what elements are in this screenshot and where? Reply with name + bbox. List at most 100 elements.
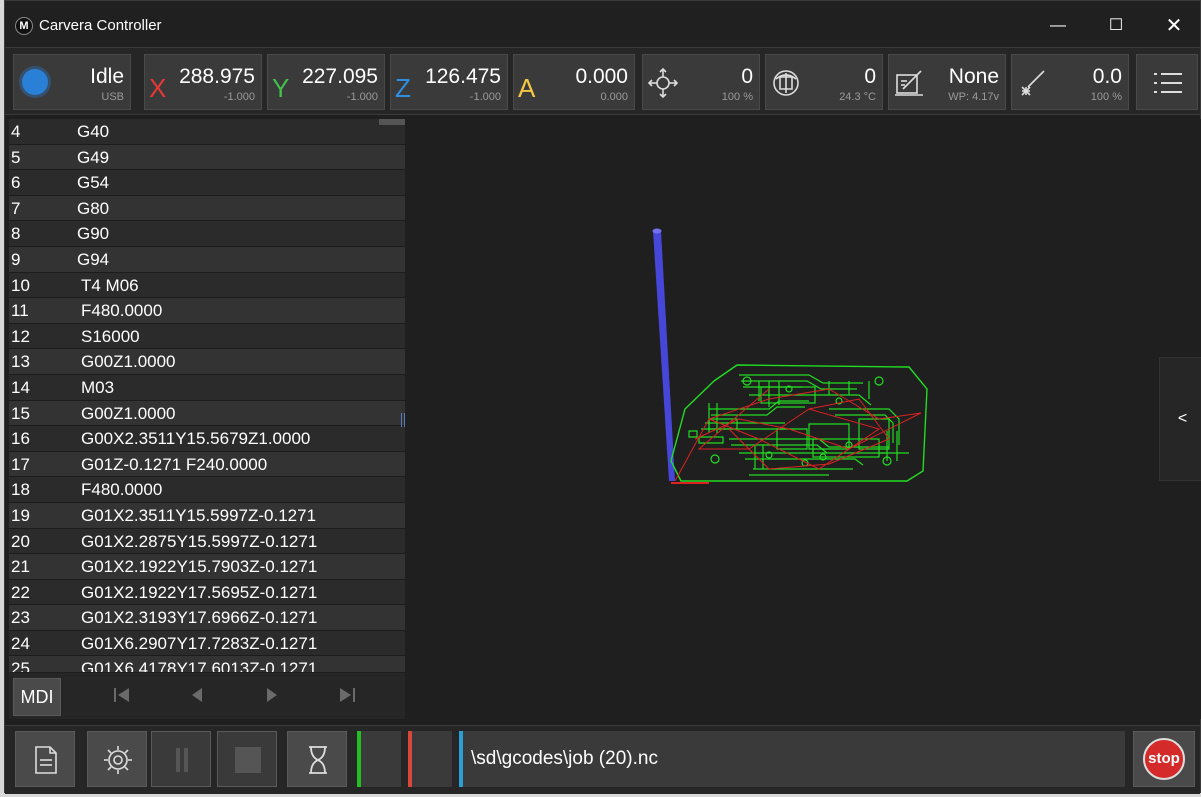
- last-line-icon[interactable]: [335, 683, 359, 707]
- gcode-line-number: 12: [11, 326, 30, 346]
- gcode-command: G90: [77, 224, 110, 244]
- window-title: Carvera Controller: [39, 17, 162, 34]
- z-axis-tile[interactable]: Z 126.475 -1.000: [390, 54, 508, 110]
- move-arrows-icon: [647, 67, 679, 99]
- status-bar: Idle USB X 288.975 -1.000 Y 227.095 -1.0…: [5, 47, 1200, 115]
- first-line-icon[interactable]: [110, 683, 134, 707]
- gcode-line[interactable]: 13 G00Z1.0000: [9, 349, 405, 375]
- z-axis-label: Z: [395, 73, 411, 103]
- gcode-line[interactable]: 14 M03: [9, 375, 405, 401]
- toolpath-preview: [652, 228, 928, 484]
- feed-tile[interactable]: 0 100 %: [642, 54, 760, 110]
- gcode-command: G01Z-0.1271 F240.0000: [81, 454, 268, 474]
- tool-tile[interactable]: None WP: 4.17v: [888, 54, 1006, 110]
- gcode-scrollbar[interactable]: [379, 119, 405, 125]
- emergency-stop-button[interactable]: stop: [1143, 738, 1185, 780]
- wireless-probe-voltage: WP: 4.17v: [948, 91, 999, 103]
- gcode-line-number: 24: [11, 633, 30, 653]
- pause-icon: [176, 748, 188, 772]
- gcode-line-number: 18: [11, 480, 30, 500]
- menu-button[interactable]: [1136, 54, 1198, 110]
- stop-job-button[interactable]: [217, 731, 277, 787]
- gcode-line[interactable]: 17 G01Z-0.1271 F240.0000: [9, 451, 405, 478]
- gcode-line[interactable]: 6 G54: [9, 170, 405, 196]
- z-work-offset: -1.000: [469, 91, 501, 103]
- gcode-line-number: 8: [11, 224, 21, 244]
- gcode-command: M03: [81, 377, 115, 397]
- side-panel-toggle[interactable]: <: [1159, 357, 1201, 481]
- gcode-command: G01X2.1922Y17.5695Z-0.1271: [81, 582, 318, 602]
- x-axis-tile[interactable]: X 288.975 -1.000: [144, 54, 262, 110]
- toolpath-3d-viewer[interactable]: <: [409, 119, 1201, 719]
- stop-square-icon: [235, 747, 261, 773]
- laser-tile[interactable]: 0.0 100 %: [1011, 54, 1129, 110]
- job-timer-button[interactable]: [287, 731, 347, 787]
- gcode-line[interactable]: 19 G01X2.3511Y15.5997Z-0.1271: [9, 502, 405, 529]
- hourglass-icon: [309, 746, 327, 774]
- status-indicator-green: [357, 731, 401, 787]
- panel-splitter[interactable]: [401, 413, 405, 427]
- gcode-line[interactable]: 21 G01X2.1922Y15.7903Z-0.1271: [9, 554, 405, 580]
- gcode-command: F480.0000: [81, 480, 163, 500]
- gcode-line[interactable]: 20 G01X2.2875Y15.5997Z-0.1271: [9, 529, 405, 555]
- gcode-line-number: 17: [11, 454, 30, 474]
- gcode-line[interactable]: 22 G01X2.1922Y17.5695Z-0.1271: [9, 580, 405, 606]
- gcode-line[interactable]: 9 G94: [9, 246, 405, 273]
- feed-rate: 0: [741, 65, 753, 88]
- title-bar: M Carvera Controller — ☐ ✕: [5, 1, 1200, 47]
- gcode-line[interactable]: 5 G49: [9, 144, 405, 171]
- gcode-line[interactable]: 8 G90: [9, 221, 405, 247]
- x-axis-label: X: [149, 73, 167, 103]
- gcode-command: G01X6.2907Y17.7283Z-0.1271: [81, 633, 318, 653]
- z-position: 126.475: [425, 65, 501, 88]
- gcode-list[interactable]: 4 G40 5 G49 6 G54 7 G80 8 G90 9 G94 10 T4 M06 11 F480.0…: [9, 119, 405, 672]
- gcode-line[interactable]: 7 G80: [9, 195, 405, 222]
- previous-line-icon[interactable]: [185, 683, 209, 707]
- y-axis-label: Y: [272, 73, 290, 103]
- tool-probe-icon: [895, 70, 923, 96]
- gcode-line-number: 10: [11, 275, 30, 295]
- emergency-stop-panel: stop: [1133, 731, 1195, 787]
- gcode-line[interactable]: 15 G00Z1.0000: [9, 400, 405, 427]
- close-button[interactable]: ✕: [1151, 11, 1197, 41]
- gcode-command: G01X2.1922Y15.7903Z-0.1271: [81, 557, 318, 577]
- gcode-line[interactable]: 23 G01X2.3193Y17.6966Z-0.1271: [9, 605, 405, 631]
- laser-override: 100 %: [1090, 91, 1122, 103]
- maximize-button[interactable]: ☐: [1093, 11, 1139, 41]
- gcode-command: F480.0000: [81, 301, 163, 321]
- minimize-button[interactable]: —: [1035, 11, 1081, 41]
- gcode-line[interactable]: 12 S16000: [9, 324, 405, 350]
- machine-state-tile[interactable]: Idle USB: [13, 54, 131, 110]
- y-axis-tile[interactable]: Y 227.095 -1.000: [267, 54, 385, 110]
- gcode-line[interactable]: 18 F480.0000: [9, 477, 405, 503]
- file-path-text: \sd\gcodes\job (20).nc: [471, 748, 658, 769]
- gcode-line[interactable]: 16 G00X2.3511Y15.5679Z1.0000: [9, 426, 405, 452]
- x-work-offset: -1.000: [223, 91, 255, 103]
- gcode-line[interactable]: 10 T4 M06: [9, 273, 405, 299]
- gcode-command: G80: [77, 198, 110, 218]
- a-axis-tile[interactable]: A 0.000 0.000: [513, 54, 635, 110]
- current-file-path[interactable]: \sd\gcodes\job (20).nc: [459, 731, 1125, 787]
- gcode-line-number: 19: [11, 505, 30, 525]
- spindle-tile[interactable]: 0 24.3 °C: [765, 54, 883, 110]
- status-indicator-red: [408, 731, 452, 787]
- gcode-line[interactable]: 24 G01X6.2907Y17.7283Z-0.1271: [9, 631, 405, 657]
- mdi-button[interactable]: MDI: [13, 678, 61, 716]
- gcode-line-number: 25: [11, 659, 30, 672]
- file-document-icon: [35, 746, 57, 774]
- gcode-line[interactable]: 25 G01X6.4178Y17.6013Z-0.1271: [9, 656, 405, 672]
- gcode-command: T4 M06: [81, 275, 139, 295]
- spindle-icon: [773, 70, 799, 96]
- feed-override: 100 %: [721, 91, 753, 103]
- gcode-line-number: 4: [11, 122, 21, 141]
- gcode-command: G00Z1.0000: [81, 403, 176, 423]
- settings-button[interactable]: [87, 731, 147, 787]
- next-line-icon[interactable]: [260, 683, 284, 707]
- gcode-line-number: 9: [11, 249, 21, 269]
- file-button[interactable]: [15, 731, 75, 787]
- gcode-line[interactable]: 4 G40: [9, 119, 405, 145]
- pause-button[interactable]: [151, 731, 211, 787]
- spindle-temperature: 24.3 °C: [839, 91, 876, 103]
- gcode-line-number: 11: [11, 301, 29, 321]
- gcode-line[interactable]: 11 F480.0000: [9, 298, 405, 324]
